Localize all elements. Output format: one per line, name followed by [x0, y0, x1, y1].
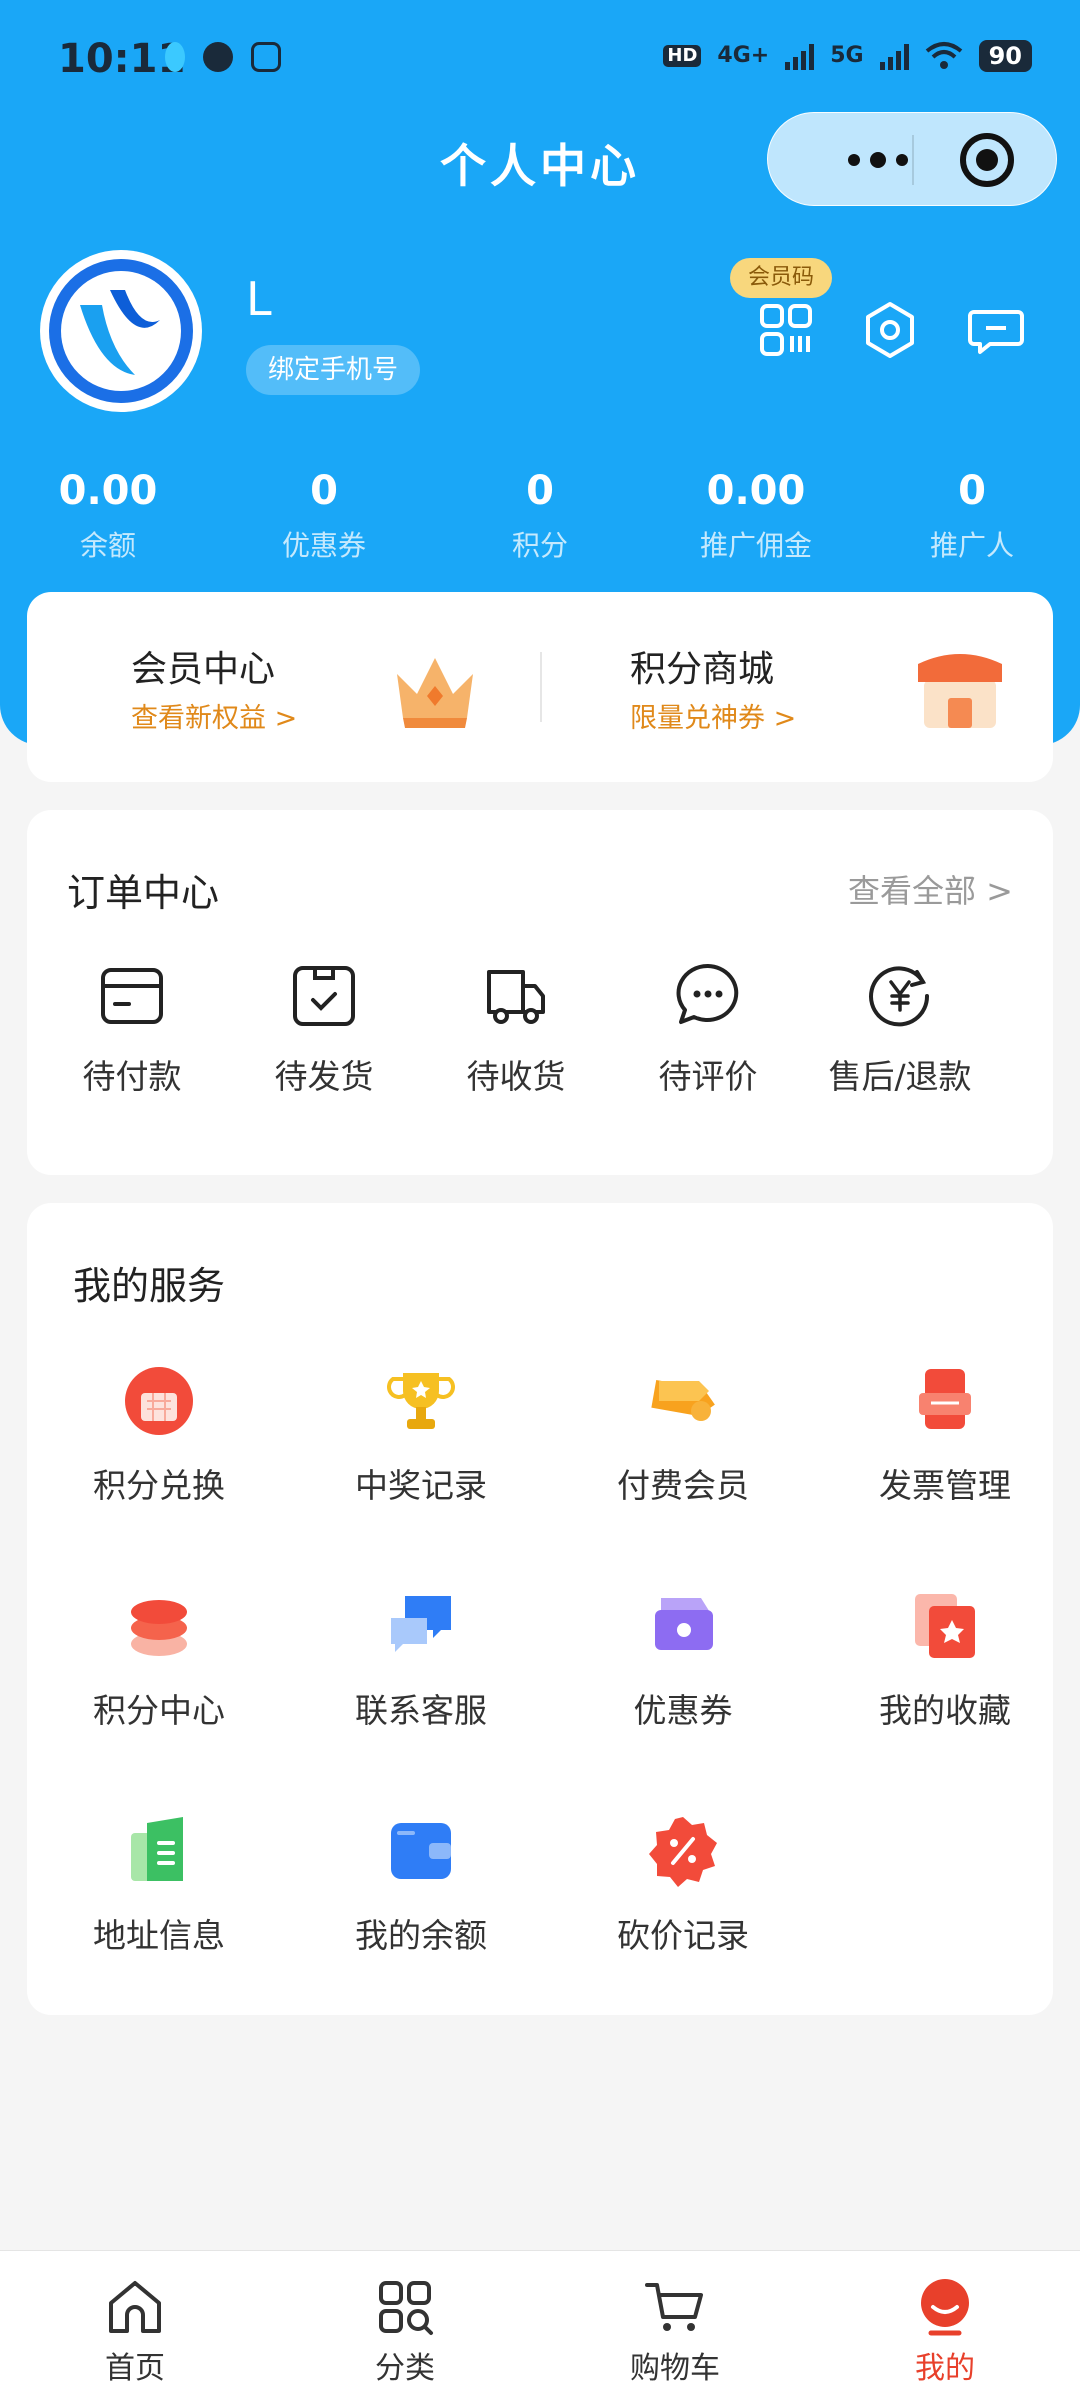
cart-icon [645, 2283, 703, 2331]
stat-referrals[interactable]: 0 推广人 [864, 468, 1080, 564]
profile-icon [921, 2279, 969, 2336]
system-icons: HD 4G+ 5G 90 [663, 40, 1032, 72]
discount-badge-icon [645, 1813, 721, 1889]
tab-home[interactable]: 首页 [0, 2251, 270, 2400]
status-bar: 10:11 HD 4G+ 5G 90 [0, 0, 1080, 120]
avatar[interactable] [40, 250, 202, 412]
services-card: 我的服务 积分兑换 中奖记录 付费会员 发票管理 积分中心 联系客服 优惠券 我… [27, 1203, 1053, 2015]
service-paid-membership[interactable]: 付费会员 [553, 1363, 813, 1507]
qr-code-icon[interactable] [754, 298, 818, 362]
notification-icons [165, 42, 281, 72]
wifi-icon [925, 42, 962, 69]
order-pending-receipt[interactable]: 待收货 [420, 960, 612, 1098]
tab-category[interactable]: 分类 [270, 2251, 540, 2400]
app-notification-icon [251, 42, 281, 72]
network-4g-label: 4G+ [717, 43, 770, 68]
member-center-entry[interactable]: 会员中心 查看新权益 > [27, 592, 540, 782]
address-book-icon [121, 1813, 197, 1889]
points-mall-subtitle: 限量兑神券 > [630, 703, 797, 734]
capsule-divider [912, 135, 914, 185]
delivery-truck-icon [487, 970, 545, 1024]
order-pending-shipment[interactable]: 待发货 [228, 960, 420, 1098]
member-center-subtitle: 查看新权益 > [131, 703, 298, 734]
order-status-list: 待付款 待发货 待收货 待评价 售后/退款 [27, 960, 1053, 1098]
order-pending-review[interactable]: 待评价 [612, 960, 804, 1098]
service-address-info[interactable]: 地址信息 [29, 1813, 289, 1957]
coupon-icon [645, 1588, 721, 1664]
brand-logo-icon [49, 259, 193, 403]
stat-points[interactable]: 0 积分 [432, 468, 648, 564]
network-5g-label: 5G [830, 43, 864, 68]
hd-icon: HD [663, 45, 702, 67]
member-center-title: 会员中心 [131, 649, 276, 690]
service-favorites[interactable]: 我的收藏 [815, 1588, 1075, 1732]
stat-commission[interactable]: 0.00 推广佣金 [648, 468, 864, 564]
order-pending-payment[interactable]: 待付款 [36, 960, 228, 1098]
tab-cart[interactable]: 购物车 [540, 2251, 810, 2400]
chat-bubble-icon [676, 963, 739, 1024]
bind-phone-button[interactable]: 绑定手机号 [246, 345, 421, 395]
package-check-icon [293, 966, 355, 1026]
account-stats: 0.00 余额 0 优惠券 0 积分 0.00 推广佣金 0 推广人 [0, 468, 1080, 564]
coins-stack-icon [121, 1588, 197, 1664]
wallet-icon [101, 968, 163, 1024]
service-bargain-records[interactable]: 砍价记录 [553, 1813, 813, 1957]
battery-indicator: 90 [978, 40, 1032, 72]
stat-balance[interactable]: 0.00 余额 [0, 468, 216, 564]
favorites-icon [907, 1588, 983, 1664]
promo-card: 会员中心 查看新权益 > 积分商城 限量兑神券 > [27, 592, 1053, 782]
droplet-icon [165, 42, 185, 72]
home-icon [109, 2281, 161, 2333]
member-code-badge[interactable]: 会员码 [730, 258, 833, 298]
service-invoice-management[interactable]: 发票管理 [815, 1363, 1075, 1507]
more-menu-button[interactable] [808, 113, 948, 207]
vip-tag-icon [645, 1363, 721, 1439]
order-center-title: 订单中心 [67, 871, 220, 915]
stat-coupons[interactable]: 0 优惠券 [216, 468, 432, 564]
order-center-card: 订单中心 查看全部 > 待付款 待发货 待收货 待评价 售后/退款 [27, 810, 1053, 1175]
yuan-refund-icon [869, 966, 930, 1027]
username: L [246, 272, 272, 326]
settings-icon[interactable] [858, 298, 922, 362]
service-points-center[interactable]: 积分中心 [29, 1588, 289, 1732]
service-points-exchange[interactable]: 积分兑换 [29, 1363, 289, 1507]
points-exchange-icon [121, 1363, 197, 1439]
order-after-sales[interactable]: 售后/退款 [804, 960, 996, 1098]
wallet-balance-icon [383, 1813, 459, 1889]
signal-icon [785, 42, 815, 70]
close-miniprogram-button[interactable] [960, 133, 1014, 187]
service-my-balance[interactable]: 我的余额 [291, 1813, 551, 1957]
miniprogram-capsule [767, 112, 1057, 206]
wechat-icon [203, 42, 233, 72]
invoice-icon [907, 1363, 983, 1439]
customer-service-icon [383, 1588, 459, 1664]
category-icon [379, 2281, 433, 2335]
trophy-icon [383, 1363, 459, 1439]
service-coupons[interactable]: 优惠券 [553, 1588, 813, 1732]
message-icon[interactable] [964, 298, 1028, 362]
tab-profile[interactable]: 我的 [810, 2251, 1080, 2400]
signal-icon [879, 42, 909, 70]
service-prize-records[interactable]: 中奖记录 [291, 1363, 551, 1507]
service-customer-support[interactable]: 联系客服 [291, 1588, 551, 1732]
points-mall-title: 积分商城 [630, 649, 775, 690]
services-title: 我的服务 [73, 1264, 226, 1308]
crown-icon [397, 658, 473, 728]
points-mall-entry[interactable]: 积分商城 限量兑神券 > [540, 592, 1053, 782]
bottom-tab-bar: 首页 分类 购物车 我的 [0, 2250, 1080, 2400]
view-all-orders-link[interactable]: 查看全部 > [848, 866, 1013, 912]
store-icon [918, 654, 1002, 728]
